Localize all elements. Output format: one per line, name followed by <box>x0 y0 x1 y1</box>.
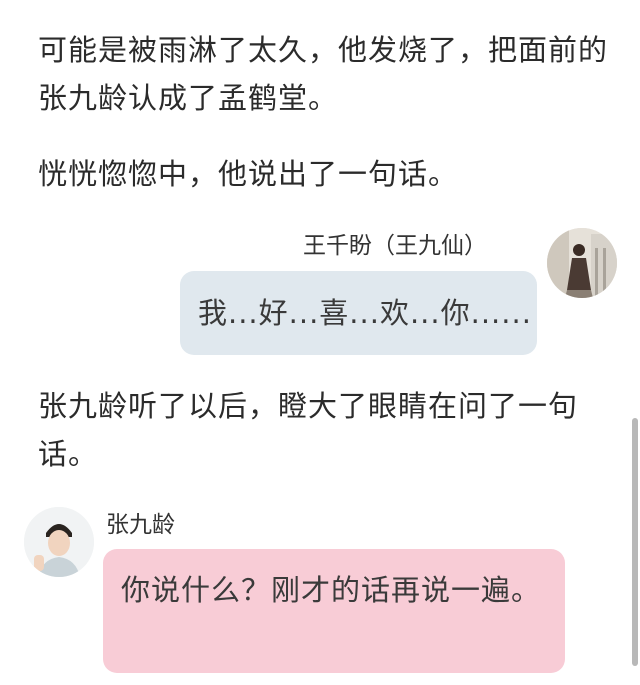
user-photo-avatar-icon <box>547 228 617 298</box>
narration-paragraph-3: 张九龄听了以后，瞪大了眼睛在问了一句话。 <box>38 389 579 471</box>
chat-bubble-right[interactable]: 我...好...喜...欢...你...... <box>180 271 537 355</box>
avatar-zhang-jiuling[interactable] <box>24 507 94 577</box>
chat-bubble-left[interactable]: 你说什么？刚才的话再说一遍。 <box>103 549 565 673</box>
speaker-name-left: 张九龄 <box>106 512 175 538</box>
narration-paragraph-1: 可能是被雨淋了太久，他发烧了，把面前的张九龄认成了孟鹤堂。 <box>38 33 609 115</box>
narration-paragraph-2: 恍恍惚惚中，他说出了一句话。 <box>38 157 459 191</box>
user-photo-avatar-icon <box>24 507 94 577</box>
scrollbar[interactable] <box>632 418 638 666</box>
avatar-wang-qianpan[interactable] <box>547 228 617 298</box>
speaker-name-right: 王千盼（王九仙） <box>303 233 487 259</box>
